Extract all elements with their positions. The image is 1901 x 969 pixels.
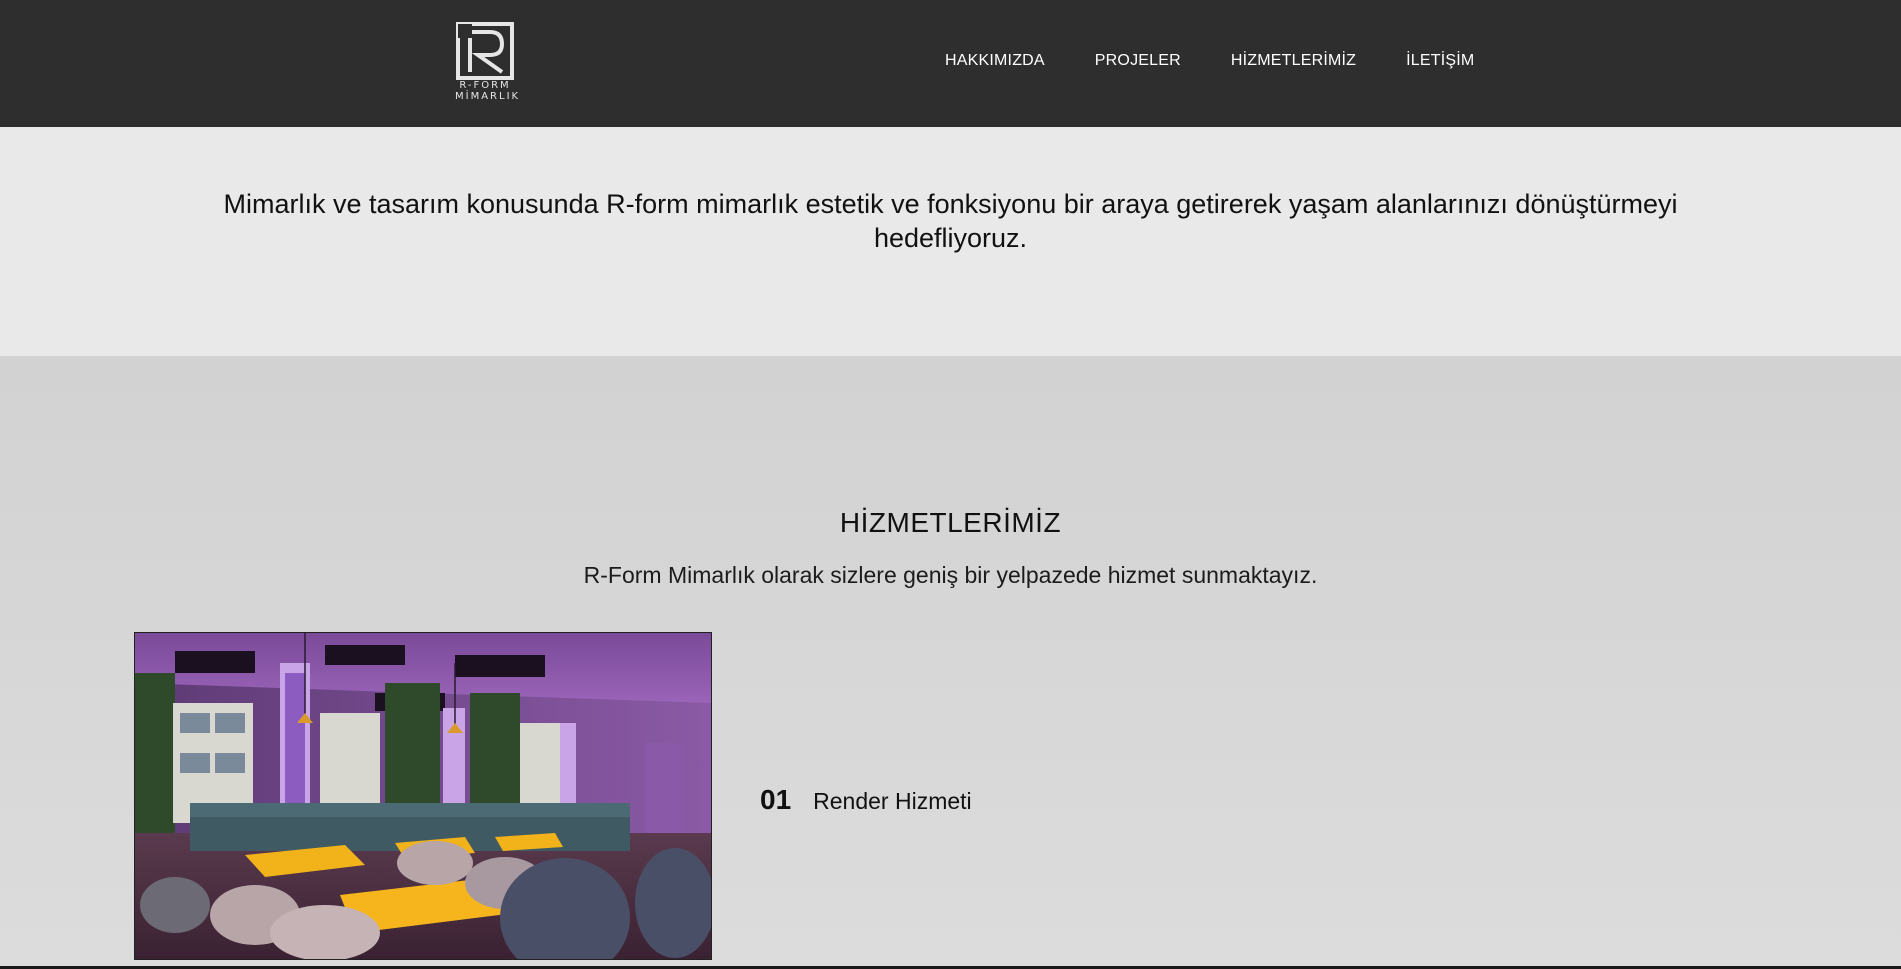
service-number: 01: [760, 784, 792, 815]
service-label: Render Hizmeti: [813, 788, 972, 814]
nav-link-hakkimizda[interactable]: HAKKIMIZDA: [945, 52, 1045, 70]
logo-mark-icon: [456, 22, 514, 80]
services-title: HİZMETLERİMİZ: [839, 507, 1062, 538]
nav-link-hizmetlerimiz[interactable]: HİZMETLERİMİZ: [1231, 52, 1356, 70]
main-nav: HAKKIMIZDA PROJELER HİZMETLERİMİZ İLETİŞ…: [945, 52, 1474, 70]
intro-section: Mimarlık ve tasarım konusunda R-form mim…: [0, 127, 1901, 356]
render-preview-image: [134, 632, 712, 960]
intro-text: Mimarlık ve tasarım konusunda R-form mim…: [223, 189, 1678, 253]
nav-link-iletisim[interactable]: İLETİŞİM: [1406, 52, 1474, 70]
interior-render-illustration: [135, 633, 711, 959]
logo[interactable]: R-FORM MİMARLIK: [455, 22, 521, 106]
logo-line-1: R-FORM: [459, 80, 511, 91]
nav-link-projeler[interactable]: PROJELER: [1095, 52, 1181, 70]
logo-line-2: MİMARLIK: [455, 91, 521, 102]
site-header: R-FORM MİMARLIK HAKKIMIZDA PROJELER HİZM…: [0, 0, 1901, 127]
services-subtitle: R-Form Mimarlık olarak sizlere geniş bir…: [583, 562, 1318, 588]
service-item-render[interactable]: 01 Render Hizmeti: [760, 784, 972, 816]
services-section: HİZMETLERİMİZ R-Form Mimarlık olarak siz…: [0, 356, 1901, 969]
